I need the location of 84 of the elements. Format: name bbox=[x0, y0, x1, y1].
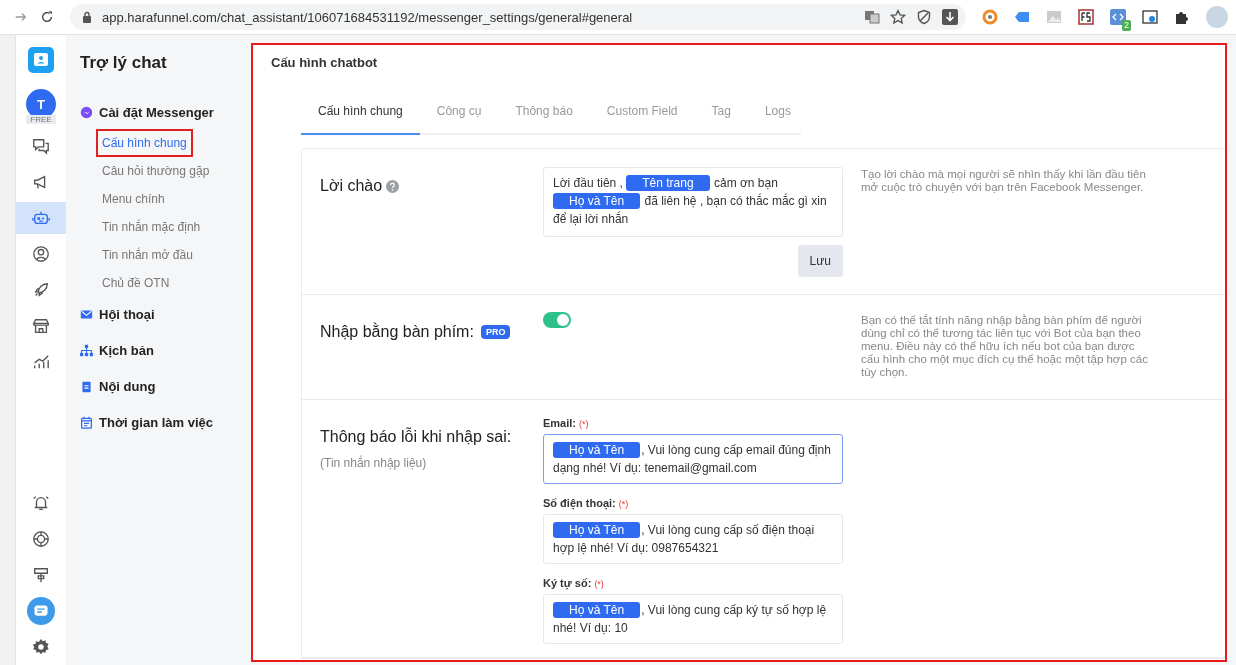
section-description: Bạn có thể tắt tính năng nhập bằng bàn phím để người dùng chỉ có thể tương tác liên tục với Bot của bạn theo menu. Điều này có thể hữu ích nếu bot của bạn được cấu hình cho một mục đích cụ thể hoặc một tập hợp các tùy chọn. bbox=[861, 314, 1149, 379]
tab[interactable]: Thông báo bbox=[498, 104, 590, 135]
sitemap-icon bbox=[80, 343, 93, 357]
group-label: Thời gian làm việc bbox=[99, 414, 213, 430]
chart-icon bbox=[32, 353, 50, 371]
sidebar-item[interactable]: Cấu hình chung bbox=[96, 129, 193, 157]
star-icon[interactable] bbox=[890, 9, 906, 25]
tab[interactable]: Custom Field bbox=[589, 104, 695, 135]
variable-tag[interactable]: Họ và Tên bbox=[553, 442, 641, 458]
variable-tag[interactable]: Họ và Tên bbox=[553, 522, 641, 538]
variable-tag[interactable]: Họ và Tên bbox=[553, 602, 641, 618]
message-field[interactable]: Họ và Tên , Vui lòng cung cấp số điện thoại hợp lệ nhé! Ví dụ: 0987654321 bbox=[543, 514, 843, 564]
forward-icon[interactable] bbox=[14, 10, 28, 24]
lock-icon bbox=[82, 11, 92, 23]
clipboard-icon bbox=[80, 379, 93, 393]
mail-icon bbox=[80, 307, 93, 321]
settings-icon[interactable] bbox=[32, 638, 50, 656]
tab[interactable]: Logs bbox=[747, 104, 808, 135]
section-label: Thông báo lỗi khi nhập sai: bbox=[320, 428, 512, 446]
address-bar[interactable]: app.harafunnel.com/chat_assistant/106071684531192/messenger_settings/general#general bbox=[70, 4, 966, 30]
section-label: Nhập bằng bàn phím: bbox=[320, 323, 474, 341]
sidebar-group[interactable]: Kịch bản bbox=[80, 333, 251, 367]
sidebar-title: Trợ lý chat bbox=[80, 53, 168, 73]
variable-tag[interactable]: Họ và Tên bbox=[553, 193, 641, 209]
message-field[interactable]: Họ và Tên , Vui lòng cung cấp ký tự số hợp lệ nhé! Ví dụ: 10 bbox=[543, 594, 843, 644]
sidebar-item[interactable]: Tin nhắn mở đầu bbox=[96, 241, 199, 269]
puzzle-icon[interactable] bbox=[1174, 9, 1190, 25]
camera-icon[interactable] bbox=[1142, 9, 1158, 25]
chat-logo-icon[interactable] bbox=[28, 47, 54, 73]
calendar-icon bbox=[80, 415, 93, 429]
reload-icon[interactable] bbox=[40, 10, 54, 24]
chat-icon bbox=[32, 137, 50, 155]
lifebuoy-icon[interactable] bbox=[32, 530, 50, 548]
signpost-icon[interactable] bbox=[32, 566, 50, 584]
field-label: Ký tự số: bbox=[543, 577, 592, 589]
group-label: Cài đặt Messenger bbox=[99, 104, 214, 120]
tab[interactable]: Tag bbox=[694, 104, 748, 135]
sidebar-group[interactable]: Hội thoại bbox=[80, 297, 251, 331]
sidebar-item[interactable]: Tin nhắn mặc định bbox=[96, 213, 207, 241]
save-button[interactable]: Lưu bbox=[797, 245, 843, 277]
tab[interactable]: Công cụ bbox=[419, 104, 499, 135]
required-mark: (*) bbox=[579, 419, 589, 429]
rail-item[interactable] bbox=[16, 202, 66, 234]
messenger-icon bbox=[80, 105, 93, 119]
help-icon[interactable] bbox=[386, 179, 400, 193]
sidebar-group[interactable]: Thời gian làm việc bbox=[80, 405, 251, 439]
plan-label: FREE bbox=[26, 115, 56, 124]
required-mark: (*) bbox=[618, 499, 629, 509]
sidebar-item[interactable]: Câu hỏi thường gặp bbox=[96, 157, 216, 185]
message-field[interactable]: Họ và Tên , Vui lòng cung cấp email đúng định dạng nhé! Ví dụ: tenemail@gmail.com bbox=[543, 434, 843, 484]
page-title: Cấu hình chatbot bbox=[271, 55, 379, 70]
variable-tag[interactable]: Tên trang bbox=[626, 175, 710, 191]
group-label: Hội thoại bbox=[99, 306, 155, 322]
field-label: Số điện thoại: bbox=[543, 497, 616, 509]
store-icon bbox=[32, 317, 50, 335]
sidebar-group[interactable]: Nội dung bbox=[80, 369, 251, 403]
translate-icon[interactable] bbox=[864, 9, 880, 25]
section-note: (Tin nhắn nhập liệu) bbox=[320, 456, 428, 470]
download-icon[interactable] bbox=[942, 9, 958, 25]
required-mark: (*) bbox=[594, 579, 604, 589]
section-label: Lời chào bbox=[320, 177, 383, 195]
group-label: Kịch bản bbox=[99, 342, 154, 358]
field-label: Email: bbox=[543, 417, 576, 429]
sidebar-item[interactable]: Chủ đề OTN bbox=[96, 269, 176, 297]
code-icon[interactable] bbox=[1110, 9, 1126, 25]
url-text: app.harafunnel.com/chat_assistant/106071684531192/messenger_settings/general#general bbox=[102, 9, 633, 25]
extension-badge: 2 bbox=[1122, 20, 1131, 31]
sidebar-item[interactable]: Menu chính bbox=[96, 185, 171, 213]
shield-icon[interactable] bbox=[916, 9, 932, 25]
section-description: Tạo lời chào mà mọi người sẽ nhìn thấy khi lần đầu tiên mở cuộc trò chuyện với bạn trên Facebook Messenger. bbox=[861, 168, 1147, 194]
robot-icon bbox=[32, 209, 50, 227]
tab[interactable]: Cấu hình chung bbox=[301, 104, 420, 135]
keyboard-toggle[interactable] bbox=[543, 312, 571, 328]
rocket-icon bbox=[32, 281, 50, 299]
pro-badge: PRO bbox=[480, 325, 511, 339]
ring-icon[interactable] bbox=[982, 9, 998, 25]
fs-icon[interactable] bbox=[1078, 9, 1094, 25]
group-label: Nội dung bbox=[99, 378, 156, 394]
sidebar-group[interactable]: Cài đặt Messenger bbox=[80, 95, 251, 129]
message-field[interactable]: Lời đầu tiên , Tên trang cảm ơn bạn Họ và Tên đã liên hệ , bạn có thắc mắc gì xin để lại lời nhắn bbox=[543, 167, 843, 237]
chat-bubble-icon[interactable] bbox=[27, 597, 55, 625]
bell-icon[interactable] bbox=[32, 494, 50, 512]
user-icon bbox=[32, 245, 50, 263]
tag-icon[interactable] bbox=[1014, 9, 1030, 25]
